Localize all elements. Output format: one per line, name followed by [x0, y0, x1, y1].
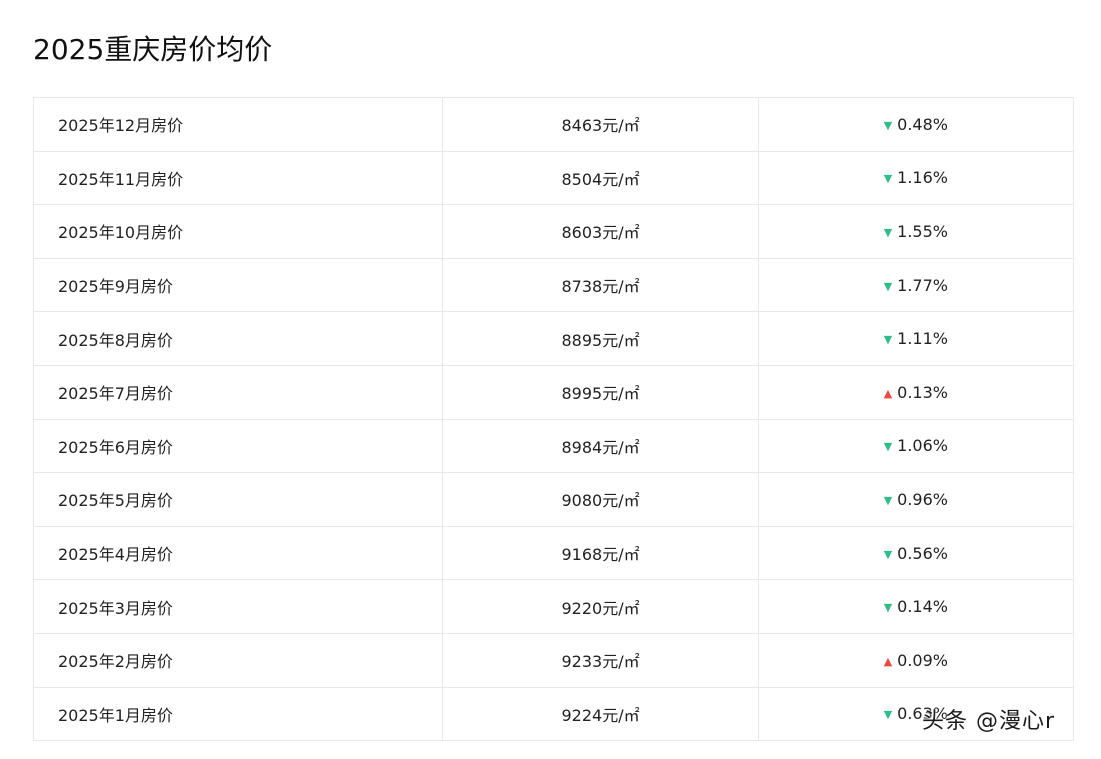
- price-cell: 8463元/㎡: [442, 97, 759, 152]
- table-row: 2025年12月房价 8463元/㎡ ▼ 0.48%: [32, 97, 1075, 152]
- trend-down-icon: ▼: [883, 225, 893, 239]
- price-cell: 9220元/㎡: [442, 579, 759, 634]
- change-value: 0.48%: [897, 114, 948, 134]
- table-row: 2025年11月房价 8504元/㎡ ▼ 1.16%: [32, 150, 1075, 206]
- change-value: 1.77%: [897, 275, 948, 295]
- table-row: 2025年1月房价 9224元/㎡ ▼ 0.63%: [32, 686, 1075, 742]
- price-cell: 8603元/㎡: [442, 204, 759, 259]
- trend-down-icon: ▼: [883, 172, 893, 186]
- price-cell: 8984元/㎡: [442, 418, 759, 474]
- change-cell: ▼ 0.96%: [757, 472, 1075, 527]
- trend-down-icon: ▼: [883, 601, 893, 615]
- price-cell: 9168元/㎡: [442, 525, 759, 581]
- change-value: 1.55%: [897, 221, 948, 241]
- month-cell: 2025年5月房价: [32, 472, 444, 527]
- table-row: 2025年4月房价 9168元/㎡ ▼ 0.56%: [32, 525, 1075, 581]
- change-cell: ▼ 1.06%: [757, 418, 1075, 474]
- page-title: 2025重庆房价均价: [33, 33, 273, 66]
- month-cell: 2025年7月房价: [32, 364, 444, 420]
- trend-down-icon: ▼: [883, 708, 893, 722]
- trend-down-icon: ▼: [883, 440, 893, 454]
- change-value: 0.56%: [897, 543, 948, 563]
- change-cell: ▼ 1.11%: [757, 311, 1075, 366]
- table-row: 2025年6月房价 8984元/㎡ ▼ 1.06%: [32, 418, 1075, 474]
- table-row: 2025年2月房价 9233元/㎡ ▲ 0.09%: [32, 632, 1075, 688]
- change-value: 1.06%: [897, 436, 948, 456]
- price-cell: 8995元/㎡: [442, 364, 759, 420]
- price-cell: 9233元/㎡: [442, 632, 759, 688]
- price-cell: 8895元/㎡: [442, 311, 759, 366]
- change-cell: ▼ 1.55%: [757, 204, 1075, 259]
- table-row: 2025年10月房价 8603元/㎡ ▼ 1.55%: [32, 204, 1075, 259]
- change-value: 0.14%: [897, 597, 948, 617]
- table-row: 2025年9月房价 8738元/㎡ ▼ 1.77%: [32, 257, 1075, 313]
- table-row: 2025年8月房价 8895元/㎡ ▼ 1.11%: [32, 311, 1075, 366]
- change-cell: ▲ 0.09%: [757, 632, 1075, 688]
- trend-up-icon: ▲: [883, 386, 893, 400]
- price-cell: 8504元/㎡: [442, 150, 759, 206]
- trend-down-icon: ▼: [883, 118, 893, 132]
- price-cell: 9080元/㎡: [442, 472, 759, 527]
- change-cell: ▼ 0.56%: [757, 525, 1075, 581]
- month-cell: 2025年10月房价: [32, 204, 444, 259]
- table-row: 2025年7月房价 8995元/㎡ ▲ 0.13%: [32, 364, 1075, 420]
- watermark: 头条 @漫心r: [922, 709, 1056, 734]
- month-cell: 2025年1月房价: [32, 686, 444, 742]
- month-cell: 2025年6月房价: [32, 418, 444, 474]
- month-cell: 2025年9月房价: [32, 257, 444, 313]
- change-cell: ▲ 0.13%: [757, 364, 1075, 420]
- change-value: 0.96%: [897, 489, 948, 509]
- price-cell: 9224元/㎡: [442, 686, 759, 742]
- trend-up-icon: ▲: [883, 654, 893, 668]
- change-value: 0.09%: [897, 650, 948, 670]
- change-value: 1.16%: [897, 168, 948, 188]
- month-cell: 2025年2月房价: [32, 632, 444, 688]
- price-table: 2025年12月房价 8463元/㎡ ▼ 0.48% 2025年11月房价 8504元/㎡…: [32, 97, 1075, 742]
- change-value: 1.11%: [897, 329, 948, 349]
- month-cell: 2025年3月房价: [32, 579, 444, 634]
- table-row: 2025年3月房价 9220元/㎡ ▼ 0.14%: [32, 579, 1075, 634]
- month-cell: 2025年4月房价: [32, 525, 444, 581]
- trend-down-icon: ▼: [883, 547, 893, 561]
- change-cell: ▼ 0.48%: [757, 97, 1075, 152]
- trend-down-icon: ▼: [883, 279, 893, 293]
- trend-down-icon: ▼: [883, 333, 893, 347]
- month-cell: 2025年8月房价: [32, 311, 444, 366]
- change-value: 0.13%: [897, 382, 948, 402]
- change-cell: ▼ 1.77%: [757, 257, 1075, 313]
- table-row: 2025年5月房价 9080元/㎡ ▼ 0.96%: [32, 472, 1075, 527]
- price-table-body: 2025年12月房价 8463元/㎡ ▼ 0.48% 2025年11月房价 8504元/㎡…: [32, 97, 1075, 742]
- trend-down-icon: ▼: [883, 493, 893, 507]
- change-cell: ▼ 1.16%: [757, 150, 1075, 206]
- month-cell: 2025年12月房价: [32, 97, 444, 152]
- change-cell: ▼ 0.14%: [757, 579, 1075, 634]
- price-cell: 8738元/㎡: [442, 257, 759, 313]
- month-cell: 2025年11月房价: [32, 150, 444, 206]
